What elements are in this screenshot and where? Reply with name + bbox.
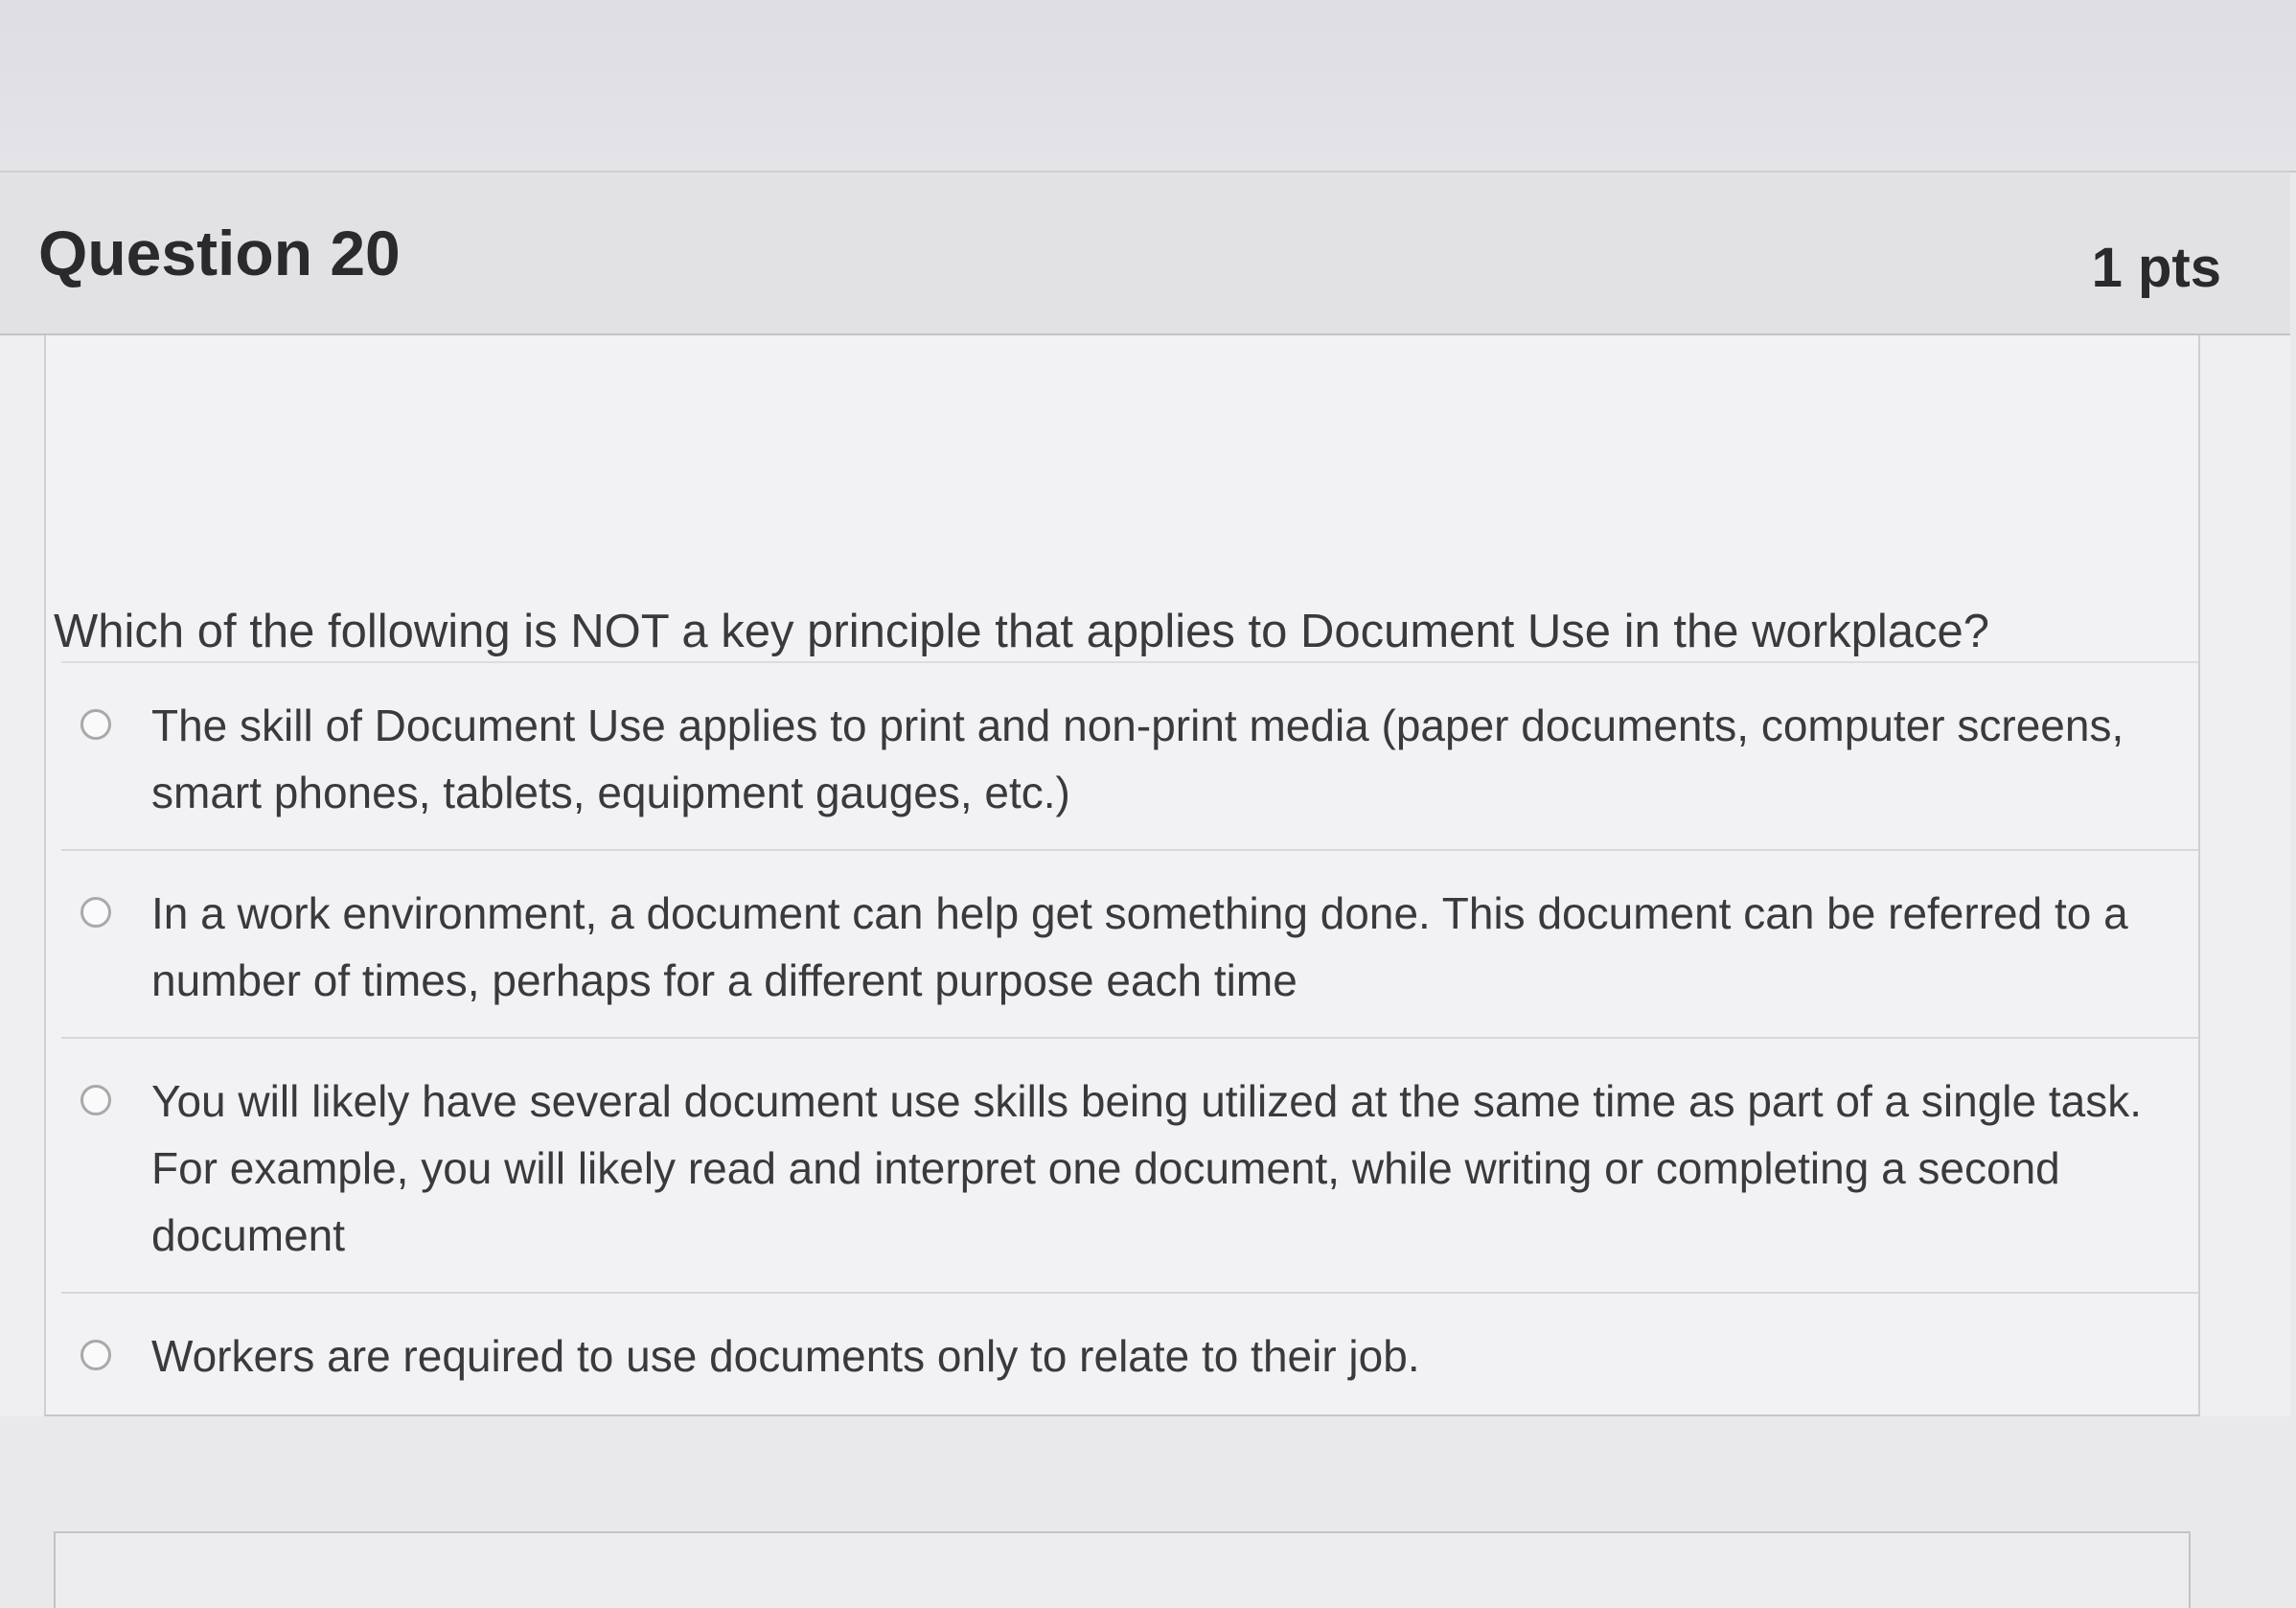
answer-option[interactable]: The skill of Document Use applies to pri… <box>61 661 2198 849</box>
radio-button[interactable] <box>80 897 111 928</box>
answer-option[interactable]: In a work environment, a document can he… <box>61 849 2198 1037</box>
answer-option[interactable]: Workers are required to use documents on… <box>61 1292 2198 1413</box>
radio-button[interactable] <box>80 1340 111 1370</box>
radio-button[interactable] <box>80 709 111 740</box>
question-title: Question 20 <box>38 218 401 288</box>
radio-button[interactable] <box>80 1085 111 1115</box>
answer-list: The skill of Document Use applies to pri… <box>61 661 2198 1413</box>
answer-label: Workers are required to use documents on… <box>151 1331 1420 1381</box>
answer-option[interactable]: You will likely have several document us… <box>61 1037 2198 1292</box>
page-top-area <box>0 0 2296 172</box>
question-header: Question 20 1 pts <box>0 171 2290 335</box>
next-question-card <box>54 1531 2191 1608</box>
answer-label: The skill of Document Use applies to pri… <box>151 701 2124 817</box>
answer-label: In a work environment, a document can he… <box>151 888 2128 1005</box>
answer-label: You will likely have several document us… <box>151 1076 2143 1260</box>
question-points: 1 pts <box>2091 237 2221 299</box>
question-text: Which of the following is NOT a key prin… <box>54 606 1989 657</box>
